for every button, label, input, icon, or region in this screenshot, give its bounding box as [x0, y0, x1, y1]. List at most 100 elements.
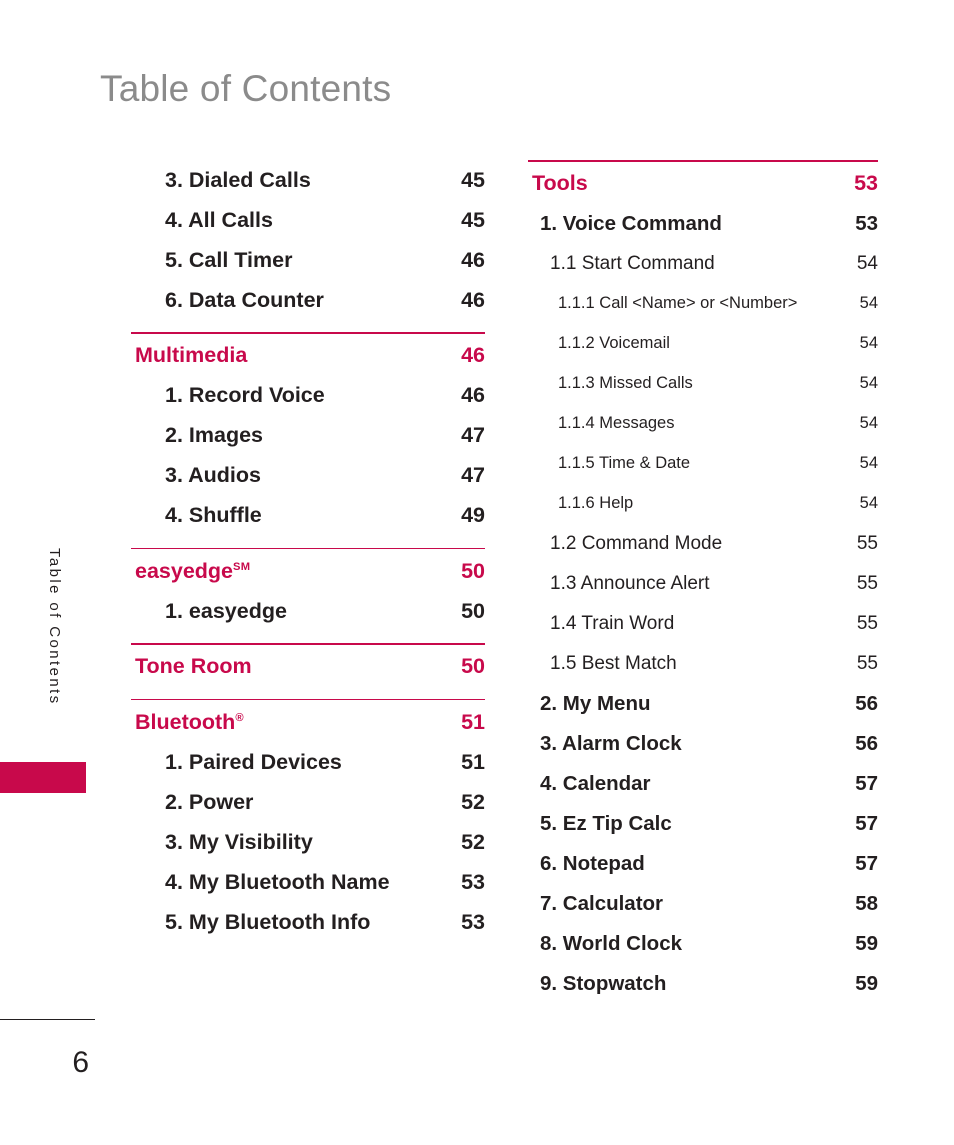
toc-entry-label: 1.2 Command Mode — [550, 532, 723, 554]
page-number: 6 — [72, 1046, 89, 1079]
toc-page-number: 51 — [461, 709, 485, 734]
toc-page-number: 53 — [461, 909, 485, 934]
toc-entry-row[interactable]: 7. Calculator 58 — [528, 884, 878, 924]
toc-section-row[interactable]: easyedgeSM 50 — [131, 551, 485, 591]
toc-entry-row[interactable]: 6. Notepad 57 — [528, 844, 878, 884]
toc-entry-label: 1.1.1 Call <Name> or <Number> — [558, 294, 798, 313]
toc-entry-label: 3. Audios — [165, 463, 261, 488]
toc-page-number: 57 — [855, 771, 878, 795]
toc-entry-label: 1. Voice Command — [540, 211, 722, 235]
toc-entry-row[interactable]: 1.5 Best Match 55 — [528, 644, 878, 684]
section-divider — [131, 643, 485, 645]
toc-entry-row[interactable]: 1.4 Train Word 55 — [528, 604, 878, 644]
toc-entry-row[interactable]: 1.1.4 Messages 54 — [528, 404, 878, 444]
toc-entry-row[interactable]: 1.3 Announce Alert 55 — [528, 564, 878, 604]
toc-entry-row[interactable]: 3. Dialed Calls 45 — [131, 160, 485, 200]
toc-page-number: 46 — [461, 383, 485, 408]
toc-entry-row[interactable]: 1.1 Start Command 54 — [528, 244, 878, 284]
trademark-mark: SM — [233, 560, 251, 573]
toc-entry-row[interactable]: 5. Call Timer 46 — [131, 240, 485, 280]
toc-entry-row[interactable]: 1.1.1 Call <Name> or <Number> 54 — [528, 284, 878, 324]
toc-page-number: 55 — [856, 572, 878, 594]
toc-entry-label: 8. World Clock — [540, 931, 683, 955]
trademark-mark: ® — [235, 711, 244, 724]
toc-entry-row[interactable]: 2. Power 52 — [131, 782, 485, 822]
toc-page-number: 49 — [461, 503, 485, 528]
toc-page-number: 54 — [859, 334, 878, 353]
toc-entry-row[interactable]: 1. Paired Devices 51 — [131, 742, 485, 782]
toc-entry-row[interactable]: 3. Alarm Clock 56 — [528, 724, 878, 764]
toc-page-number: 59 — [855, 931, 878, 955]
toc-entry-label: 4. Shuffle — [165, 503, 262, 528]
toc-entry-label: 1.4 Train Word — [550, 612, 675, 634]
toc-entry-label: 3. My Visibility — [165, 829, 313, 854]
toc-page-number: 56 — [855, 691, 878, 715]
toc-entry-row[interactable]: 8. World Clock 59 — [528, 924, 878, 964]
toc-page-number: 54 — [859, 454, 878, 473]
section-divider — [131, 698, 485, 701]
toc-entry-row[interactable]: 1. Record Voice 46 — [131, 376, 485, 416]
toc-entry-label: 2. Power — [165, 789, 254, 814]
toc-entry-row[interactable]: 4. All Calls 45 — [131, 200, 485, 240]
toc-section-row[interactable]: Tools 53 — [528, 164, 878, 204]
toc-entry-label: 6. Data Counter — [165, 287, 324, 312]
toc-column-right: Tools 53 1. Voice Command 53 1.1 Start Comma… — [528, 160, 878, 1004]
toc-entry-label: 1.1.4 Messages — [558, 414, 675, 433]
toc-section-row[interactable]: Tone Room 50 — [131, 647, 485, 687]
toc-entry-label: 1. Paired Devices — [165, 749, 342, 774]
toc-page-number: 53 — [854, 171, 878, 196]
toc-entry-row[interactable]: 1.1.3 Missed Calls 54 — [528, 364, 878, 404]
toc-entry-label: 3. Alarm Clock — [540, 731, 682, 755]
toc-entry-label: 1.1 Start Command — [550, 252, 715, 274]
toc-entry-label: 1.5 Best Match — [550, 652, 677, 674]
toc-entry-row[interactable]: 5. My Bluetooth Info 53 — [131, 902, 485, 942]
section-divider — [131, 547, 485, 550]
toc-entry-row[interactable]: 6. Data Counter 46 — [131, 280, 485, 320]
toc-entry-label: 1. Record Voice — [165, 383, 325, 408]
toc-entry-row[interactable]: 1.1.6 Help 54 — [528, 484, 878, 524]
toc-entry-label: 3. Dialed Calls — [165, 167, 311, 192]
toc-page-number: 46 — [461, 247, 485, 272]
toc-section-label: Tools — [532, 171, 588, 196]
toc-entry-row[interactable]: 3. My Visibility 52 — [131, 822, 485, 862]
toc-page-number: 57 — [855, 851, 878, 875]
toc-page-number: 50 — [461, 558, 485, 583]
side-tab-marker — [0, 762, 86, 793]
toc-page-number: 47 — [461, 423, 485, 448]
toc-entry-label: 6. Notepad — [540, 851, 645, 875]
toc-entry-row[interactable]: 1.1.5 Time & Date 54 — [528, 444, 878, 484]
toc-entry-row[interactable]: 4. Shuffle 49 — [131, 496, 485, 536]
toc-page-number: 53 — [855, 211, 878, 235]
toc-entry-row[interactable]: 2. My Menu 56 — [528, 684, 878, 724]
toc-page-number: 54 — [859, 494, 878, 513]
toc-entry-label: 1. easyedge — [165, 598, 287, 623]
toc-section-label: Bluetooth® — [135, 709, 244, 734]
toc-entry-row[interactable]: 4. My Bluetooth Name 53 — [131, 862, 485, 902]
toc-entry-row[interactable]: 1. easyedge 50 — [131, 591, 485, 631]
toc-entry-label: 7. Calculator — [540, 891, 664, 915]
toc-entry-label: 1.3 Announce Alert — [550, 572, 710, 594]
toc-entry-row[interactable]: 3. Audios 47 — [131, 456, 485, 496]
toc-page-number: 58 — [855, 891, 878, 915]
toc-entry-label: 4. My Bluetooth Name — [165, 869, 390, 894]
toc-section-label: Multimedia — [135, 343, 248, 368]
toc-entry-label: 2. Images — [165, 423, 263, 448]
toc-entry-row[interactable]: 4. Calendar 57 — [528, 764, 878, 804]
section-divider — [528, 160, 878, 162]
toc-section-row[interactable]: Bluetooth® 51 — [131, 702, 485, 742]
toc-entry-row[interactable]: 1.1.2 Voicemail 54 — [528, 324, 878, 364]
toc-section-row[interactable]: Multimedia 46 — [131, 336, 485, 376]
toc-section-label: easyedgeSM — [135, 558, 251, 583]
toc-page-number: 54 — [859, 374, 878, 393]
toc-entry-row[interactable]: 1. Voice Command 53 — [528, 204, 878, 244]
toc-page-number: 52 — [461, 789, 485, 814]
toc-entry-label: 1.1.3 Missed Calls — [558, 374, 693, 393]
toc-column-left: 3. Dialed Calls 45 4. All Calls 45 5. Call T… — [131, 160, 485, 942]
toc-page-number: 55 — [856, 652, 878, 674]
toc-page-number: 59 — [855, 971, 878, 995]
toc-page-number: 56 — [855, 731, 878, 755]
toc-entry-row[interactable]: 1.2 Command Mode 55 — [528, 524, 878, 564]
toc-entry-row[interactable]: 5. Ez Tip Calc 57 — [528, 804, 878, 844]
toc-entry-row[interactable]: 9. Stopwatch 59 — [528, 964, 878, 1004]
toc-entry-row[interactable]: 2. Images 47 — [131, 416, 485, 456]
